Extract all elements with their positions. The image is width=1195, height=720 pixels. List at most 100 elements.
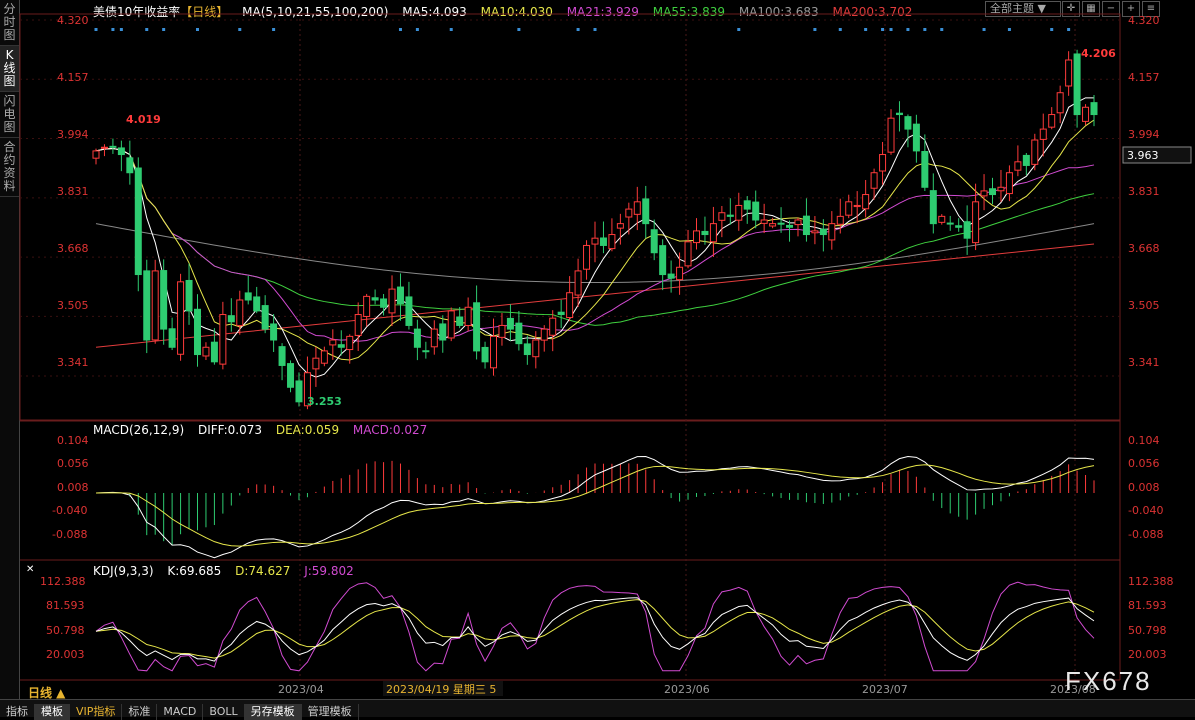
event-marker bbox=[864, 28, 868, 31]
tab-boll[interactable]: BOLL bbox=[203, 704, 245, 720]
candle-body bbox=[549, 317, 557, 336]
candle-body bbox=[599, 237, 607, 246]
candle-body bbox=[963, 221, 971, 239]
candle-body bbox=[1031, 139, 1039, 165]
candle-body bbox=[168, 328, 176, 348]
candle-body bbox=[473, 302, 481, 352]
candle-body bbox=[946, 222, 954, 225]
candle-body bbox=[777, 222, 785, 225]
last-price-tag: 3.963 bbox=[1127, 149, 1159, 162]
event-marker bbox=[1007, 28, 1011, 31]
price-tick-right: 3.831 bbox=[1128, 185, 1160, 198]
candle-body bbox=[1082, 106, 1090, 122]
tab-manage-template[interactable]: 管理模板 bbox=[302, 704, 359, 720]
candle-body bbox=[929, 190, 937, 225]
candle-body bbox=[853, 204, 861, 208]
candle-body bbox=[371, 297, 379, 301]
candle-body bbox=[287, 363, 295, 388]
candle-body bbox=[430, 328, 438, 348]
candle-body bbox=[769, 223, 777, 227]
candle-body bbox=[354, 314, 362, 336]
candle-body bbox=[100, 146, 108, 149]
event-marker bbox=[1067, 28, 1071, 31]
close-panel-icon[interactable]: ✕ bbox=[26, 564, 34, 575]
candle-body bbox=[828, 223, 836, 241]
price-tick-left: 3.668 bbox=[57, 242, 89, 255]
candle-body bbox=[786, 224, 794, 228]
candle-body bbox=[625, 208, 633, 218]
event-marker bbox=[119, 28, 123, 31]
price-tick-right: 3.668 bbox=[1128, 242, 1160, 255]
event-marker bbox=[272, 28, 276, 31]
event-marker bbox=[415, 28, 419, 31]
tab-template[interactable]: 模板 bbox=[35, 704, 70, 720]
candle-body bbox=[210, 341, 218, 363]
candle-body bbox=[616, 223, 624, 229]
kdj-tick-right: 50.798 bbox=[1128, 624, 1167, 637]
tab-save-template[interactable]: 另存模板 bbox=[244, 704, 302, 720]
candle-body bbox=[726, 214, 734, 217]
tab-macd[interactable]: MACD bbox=[157, 704, 204, 720]
candle-body bbox=[1065, 59, 1073, 87]
candle-body bbox=[117, 147, 125, 156]
tab-indicator[interactable]: 指标 bbox=[0, 704, 35, 720]
event-marker bbox=[162, 28, 166, 31]
candle-body bbox=[1005, 172, 1013, 195]
event-marker bbox=[889, 28, 893, 31]
candle-body bbox=[506, 317, 514, 330]
event-marker bbox=[940, 28, 944, 31]
candle-body bbox=[760, 219, 768, 224]
macd-tick-left: -0.088 bbox=[52, 528, 87, 541]
candle-body bbox=[388, 288, 396, 314]
candle-body bbox=[405, 296, 413, 326]
candle-body bbox=[490, 335, 498, 369]
event-marker bbox=[923, 28, 927, 31]
event-marker bbox=[906, 28, 910, 31]
chart-canvas[interactable]: 4.320 4.157 3.994 3.831 3.668 3.505 3.34… bbox=[0, 0, 1195, 700]
macd-tick-left: -0.040 bbox=[52, 504, 87, 517]
event-marker bbox=[1050, 28, 1054, 31]
event-marker bbox=[449, 28, 453, 31]
macd-tick-right: 0.056 bbox=[1128, 457, 1160, 470]
candle-body bbox=[236, 299, 244, 327]
candle-body bbox=[329, 339, 337, 346]
tab-vip-indicator[interactable]: VIP指标 bbox=[70, 704, 123, 720]
candle-body bbox=[591, 237, 599, 245]
candle-body bbox=[692, 230, 700, 244]
candle-body bbox=[1090, 102, 1098, 116]
candle-body bbox=[583, 244, 591, 270]
candle-body bbox=[819, 228, 827, 236]
kdj-tick-left: 81.593 bbox=[46, 599, 85, 612]
event-marker bbox=[813, 28, 817, 31]
macd-tick-left: 0.104 bbox=[57, 434, 89, 447]
candle-body bbox=[109, 145, 117, 148]
event-marker bbox=[111, 28, 115, 31]
candle-body bbox=[92, 150, 100, 159]
candle-body bbox=[540, 328, 548, 341]
price-tick-right: 4.157 bbox=[1128, 71, 1160, 84]
candle-body bbox=[836, 215, 844, 225]
candle-body bbox=[244, 292, 252, 301]
candle-body bbox=[346, 335, 354, 351]
event-marker bbox=[737, 28, 741, 31]
candle-body bbox=[1056, 92, 1064, 114]
tab-standard[interactable]: 标准 bbox=[122, 704, 158, 720]
candle-body bbox=[709, 223, 717, 243]
candle-body bbox=[126, 157, 134, 174]
candle-body bbox=[193, 308, 201, 356]
event-marker bbox=[94, 28, 98, 31]
candle-body bbox=[684, 241, 692, 267]
price-tick-right: 3.341 bbox=[1128, 356, 1160, 369]
candle-body bbox=[151, 270, 159, 341]
candle-body bbox=[413, 328, 421, 348]
candle-body bbox=[989, 188, 997, 196]
candle-body bbox=[676, 266, 684, 281]
candle-body bbox=[380, 298, 388, 308]
candle-body bbox=[972, 201, 980, 244]
candle-body bbox=[363, 295, 371, 317]
kdj-j-line bbox=[95, 581, 1095, 672]
candle-body bbox=[895, 112, 903, 116]
price-tick-left: 3.831 bbox=[57, 185, 89, 198]
macd-tick-right: -0.040 bbox=[1128, 504, 1163, 517]
candle-body bbox=[177, 281, 185, 355]
